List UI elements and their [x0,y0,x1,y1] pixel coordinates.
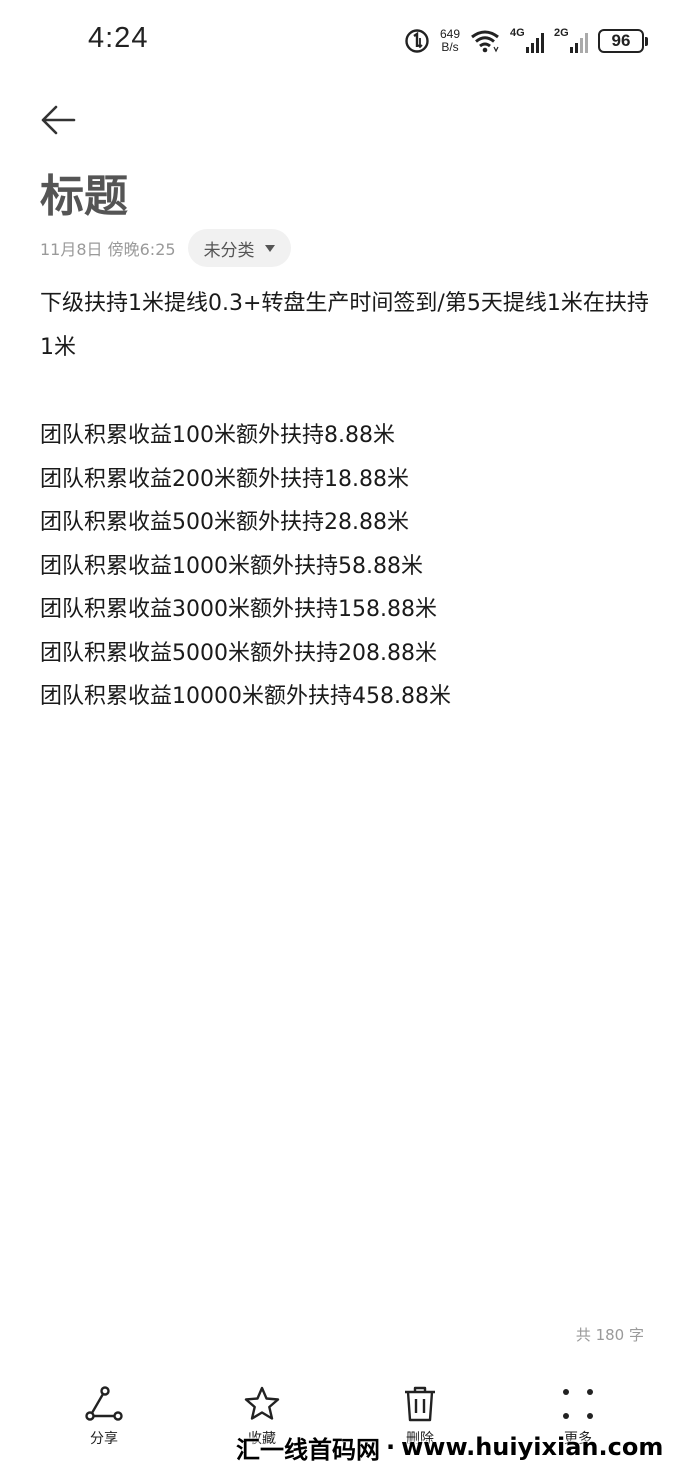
note-date: 11月8日 傍晚6:25 [40,240,176,259]
list-item: 团队积累收益500米额外扶持28.88米 [40,510,409,535]
watermark-separator: · [386,1433,396,1461]
battery-level: 96 [598,29,644,53]
share-label: 分享 [90,1431,118,1447]
status-time: 4:24 [88,22,149,54]
battery-tip [645,36,648,46]
status-bar: 4:24 649 B/s 4G 2G 96 [0,0,684,80]
battery-indicator: 96 [598,29,648,53]
wifi-icon [471,30,499,53]
note-meta: 11月8日 傍晚6:25 未分类 [40,228,291,268]
sync-icon [405,29,429,53]
share-icon [82,1382,126,1426]
network-speed: 649 B/s [440,28,460,54]
more-dots-icon [556,1382,600,1426]
watermark: 汇一线首码网 · www.huiyixian.com [236,1432,663,1462]
signal-bars-icon [526,33,544,53]
list-item: 团队积累收益3000米额外扶持158.88米 [40,597,437,622]
signal-2g: 2G [554,27,588,55]
network-speed-unit: B/s [441,40,459,54]
list-item: 团队积累收益200米额外扶持18.88米 [40,466,409,492]
category-dropdown[interactable]: 未分类 [187,229,291,267]
status-icons: 649 B/s 4G 2G 96 [404,24,648,58]
list-item: 团队积累收益10000米额外扶持458.88米 [40,684,451,709]
arrow-left-icon [41,105,76,135]
list-item: 团队积累收益5000米额外扶持208.88米 [40,640,437,666]
back-button[interactable] [36,98,80,142]
note-intro: 下级扶持1米提线0.3+转盘生产时间签到/第5天提线1米在扶持1米 [40,291,649,360]
share-button[interactable]: 分享 [54,1382,154,1448]
note-body[interactable]: 下级扶持1米提线0.3+转盘生产时间签到/第5天提线1米在扶持1米 团队积累收益… [40,282,650,719]
word-count: 共 180 字 [575,1326,644,1344]
watermark-url: www.huiyixian.com [401,1433,664,1461]
reward-list: 团队积累收益100米额外扶持8.88米 团队积累收益200米额外扶持18.88米… [40,414,650,719]
signal-2g-label: 2G [554,27,569,39]
caret-down-icon [264,244,275,252]
category-label: 未分类 [203,240,255,261]
note-title[interactable]: 标题 [40,160,128,224]
trash-icon [398,1382,442,1426]
signal-bars-icon [570,33,588,53]
star-icon [240,1382,284,1426]
signal-4g: 4G [510,27,544,55]
list-item: 团队积累收益1000米额外扶持58.88米 [40,553,423,579]
watermark-site-name: 汇一线首码网 [236,1435,380,1462]
list-item: 团队积累收益100米额外扶持8.88米 [40,423,395,448]
signal-4g-label: 4G [510,27,525,39]
